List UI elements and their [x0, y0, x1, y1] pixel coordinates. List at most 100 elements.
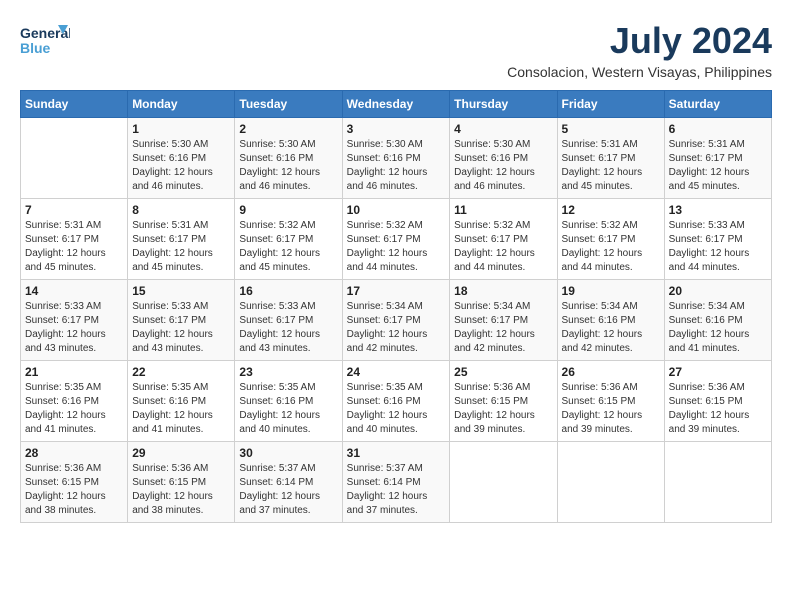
calendar-cell: 25 Sunrise: 5:36 AM Sunset: 6:15 PM Dayli… — [450, 361, 557, 442]
day-info: Sunrise: 5:31 AM Sunset: 6:17 PM Dayligh… — [669, 138, 767, 194]
day-number: 20 — [669, 284, 767, 298]
day-info: Sunrise: 5:34 AM Sunset: 6:17 PM Dayligh… — [454, 300, 552, 356]
day-number: 18 — [454, 284, 552, 298]
calendar-header-row: SundayMondayTuesdayWednesdayThursdayFrid… — [21, 91, 772, 118]
location-subtitle: Consolacion, Western Visayas, Philippine… — [507, 64, 772, 80]
day-info: Sunrise: 5:33 AM Sunset: 6:17 PM Dayligh… — [132, 300, 230, 356]
day-info: Sunrise: 5:35 AM Sunset: 6:16 PM Dayligh… — [132, 381, 230, 437]
calendar-week-row: 21 Sunrise: 5:35 AM Sunset: 6:16 PM Dayli… — [21, 361, 772, 442]
day-number: 15 — [132, 284, 230, 298]
calendar-cell: 9 Sunrise: 5:32 AM Sunset: 6:17 PM Daylig… — [235, 199, 342, 280]
calendar-cell — [664, 442, 771, 523]
day-number: 25 — [454, 365, 552, 379]
day-number: 31 — [347, 446, 446, 460]
day-number: 22 — [132, 365, 230, 379]
svg-text:Blue: Blue — [20, 40, 51, 56]
calendar-cell: 21 Sunrise: 5:35 AM Sunset: 6:16 PM Dayli… — [21, 361, 128, 442]
day-info: Sunrise: 5:36 AM Sunset: 6:15 PM Dayligh… — [25, 462, 123, 518]
day-number: 23 — [239, 365, 337, 379]
column-header-saturday: Saturday — [664, 91, 771, 118]
day-number: 30 — [239, 446, 337, 460]
day-number: 3 — [347, 122, 446, 136]
calendar-cell: 26Sunrise: 5:36 AM Sunset: 6:15 PM Dayli… — [557, 361, 664, 442]
day-info: Sunrise: 5:35 AM Sunset: 6:16 PM Dayligh… — [347, 381, 446, 437]
column-header-thursday: Thursday — [450, 91, 557, 118]
day-number: 26 — [562, 365, 660, 379]
logo-icon: General Blue — [20, 20, 70, 60]
day-info: Sunrise: 5:31 AM Sunset: 6:17 PM Dayligh… — [562, 138, 660, 194]
day-number: 24 — [347, 365, 446, 379]
calendar-cell: 17 Sunrise: 5:34 AM Sunset: 6:17 PM Dayli… — [342, 280, 450, 361]
day-number: 8 — [132, 203, 230, 217]
day-info: Sunrise: 5:30 AM Sunset: 6:16 PM Dayligh… — [454, 138, 552, 194]
day-info: Sunrise: 5:32 AM Sunset: 6:17 PM Dayligh… — [454, 219, 552, 275]
day-number: 5 — [562, 122, 660, 136]
day-info: Sunrise: 5:34 AM Sunset: 6:16 PM Dayligh… — [669, 300, 767, 356]
day-info: Sunrise: 5:37 AM Sunset: 6:14 PM Dayligh… — [239, 462, 337, 518]
column-header-sunday: Sunday — [21, 91, 128, 118]
day-number: 11 — [454, 203, 552, 217]
calendar-cell: 30 Sunrise: 5:37 AM Sunset: 6:14 PM Dayli… — [235, 442, 342, 523]
day-number: 21 — [25, 365, 123, 379]
calendar-cell — [21, 118, 128, 199]
day-info: Sunrise: 5:32 AM Sunset: 6:17 PM Dayligh… — [239, 219, 337, 275]
day-number: 16 — [239, 284, 337, 298]
day-number: 27 — [669, 365, 767, 379]
day-info: Sunrise: 5:30 AM Sunset: 6:16 PM Dayligh… — [239, 138, 337, 194]
day-number: 4 — [454, 122, 552, 136]
day-number: 1 — [132, 122, 230, 136]
day-info: Sunrise: 5:36 AM Sunset: 6:15 PM Dayligh… — [132, 462, 230, 518]
calendar-cell: 7Sunrise: 5:31 AM Sunset: 6:17 PM Daylig… — [21, 199, 128, 280]
calendar-cell: 18 Sunrise: 5:34 AM Sunset: 6:17 PM Dayli… — [450, 280, 557, 361]
day-number: 19 — [562, 284, 660, 298]
title-area: July 2024 Consolacion, Western Visayas, … — [507, 20, 772, 80]
calendar-cell: 1 Sunrise: 5:30 AM Sunset: 6:16 PM Daylig… — [128, 118, 235, 199]
day-info: Sunrise: 5:36 AM Sunset: 6:15 PM Dayligh… — [454, 381, 552, 437]
day-number: 6 — [669, 122, 767, 136]
calendar-week-row: 1 Sunrise: 5:30 AM Sunset: 6:16 PM Daylig… — [21, 118, 772, 199]
calendar-cell: 23Sunrise: 5:35 AM Sunset: 6:16 PM Dayli… — [235, 361, 342, 442]
day-number: 13 — [669, 203, 767, 217]
calendar-cell: 2Sunrise: 5:30 AM Sunset: 6:16 PM Daylig… — [235, 118, 342, 199]
calendar-cell: 16 Sunrise: 5:33 AM Sunset: 6:17 PM Dayli… — [235, 280, 342, 361]
calendar-week-row: 28 Sunrise: 5:36 AM Sunset: 6:15 PM Dayli… — [21, 442, 772, 523]
day-number: 29 — [132, 446, 230, 460]
header: General Blue July 2024 Consolacion, West… — [20, 20, 772, 80]
calendar-cell: 3 Sunrise: 5:30 AM Sunset: 6:16 PM Daylig… — [342, 118, 450, 199]
calendar-cell: 15 Sunrise: 5:33 AM Sunset: 6:17 PM Dayli… — [128, 280, 235, 361]
month-year-title: July 2024 — [507, 20, 772, 62]
day-info: Sunrise: 5:32 AM Sunset: 6:17 PM Dayligh… — [347, 219, 446, 275]
day-info: Sunrise: 5:33 AM Sunset: 6:17 PM Dayligh… — [25, 300, 123, 356]
day-info: Sunrise: 5:30 AM Sunset: 6:16 PM Dayligh… — [347, 138, 446, 194]
day-info: Sunrise: 5:33 AM Sunset: 6:17 PM Dayligh… — [669, 219, 767, 275]
calendar-cell: 11 Sunrise: 5:32 AM Sunset: 6:17 PM Dayli… — [450, 199, 557, 280]
column-header-friday: Friday — [557, 91, 664, 118]
logo: General Blue — [20, 20, 70, 60]
calendar-cell: 4 Sunrise: 5:30 AM Sunset: 6:16 PM Daylig… — [450, 118, 557, 199]
column-header-monday: Monday — [128, 91, 235, 118]
day-info: Sunrise: 5:35 AM Sunset: 6:16 PM Dayligh… — [25, 381, 123, 437]
day-number: 17 — [347, 284, 446, 298]
day-number: 28 — [25, 446, 123, 460]
day-info: Sunrise: 5:33 AM Sunset: 6:17 PM Dayligh… — [239, 300, 337, 356]
calendar-cell: 24 Sunrise: 5:35 AM Sunset: 6:16 PM Dayli… — [342, 361, 450, 442]
calendar-cell: 29 Sunrise: 5:36 AM Sunset: 6:15 PM Dayli… — [128, 442, 235, 523]
day-number: 10 — [347, 203, 446, 217]
calendar-cell: 6 Sunrise: 5:31 AM Sunset: 6:17 PM Daylig… — [664, 118, 771, 199]
calendar-cell: 19Sunrise: 5:34 AM Sunset: 6:16 PM Dayli… — [557, 280, 664, 361]
day-info: Sunrise: 5:30 AM Sunset: 6:16 PM Dayligh… — [132, 138, 230, 194]
day-number: 12 — [562, 203, 660, 217]
day-info: Sunrise: 5:34 AM Sunset: 6:17 PM Dayligh… — [347, 300, 446, 356]
column-header-wednesday: Wednesday — [342, 91, 450, 118]
calendar-cell: 14Sunrise: 5:33 AM Sunset: 6:17 PM Dayli… — [21, 280, 128, 361]
day-number: 9 — [239, 203, 337, 217]
day-info: Sunrise: 5:31 AM Sunset: 6:17 PM Dayligh… — [132, 219, 230, 275]
calendar-cell: 27Sunrise: 5:36 AM Sunset: 6:15 PM Dayli… — [664, 361, 771, 442]
calendar-cell: 13 Sunrise: 5:33 AM Sunset: 6:17 PM Dayli… — [664, 199, 771, 280]
day-info: Sunrise: 5:37 AM Sunset: 6:14 PM Dayligh… — [347, 462, 446, 518]
column-header-tuesday: Tuesday — [235, 91, 342, 118]
calendar-cell: 22 Sunrise: 5:35 AM Sunset: 6:16 PM Dayli… — [128, 361, 235, 442]
calendar-cell: 12Sunrise: 5:32 AM Sunset: 6:17 PM Dayli… — [557, 199, 664, 280]
calendar-table: SundayMondayTuesdayWednesdayThursdayFrid… — [20, 90, 772, 523]
calendar-cell: 10 Sunrise: 5:32 AM Sunset: 6:17 PM Dayli… — [342, 199, 450, 280]
